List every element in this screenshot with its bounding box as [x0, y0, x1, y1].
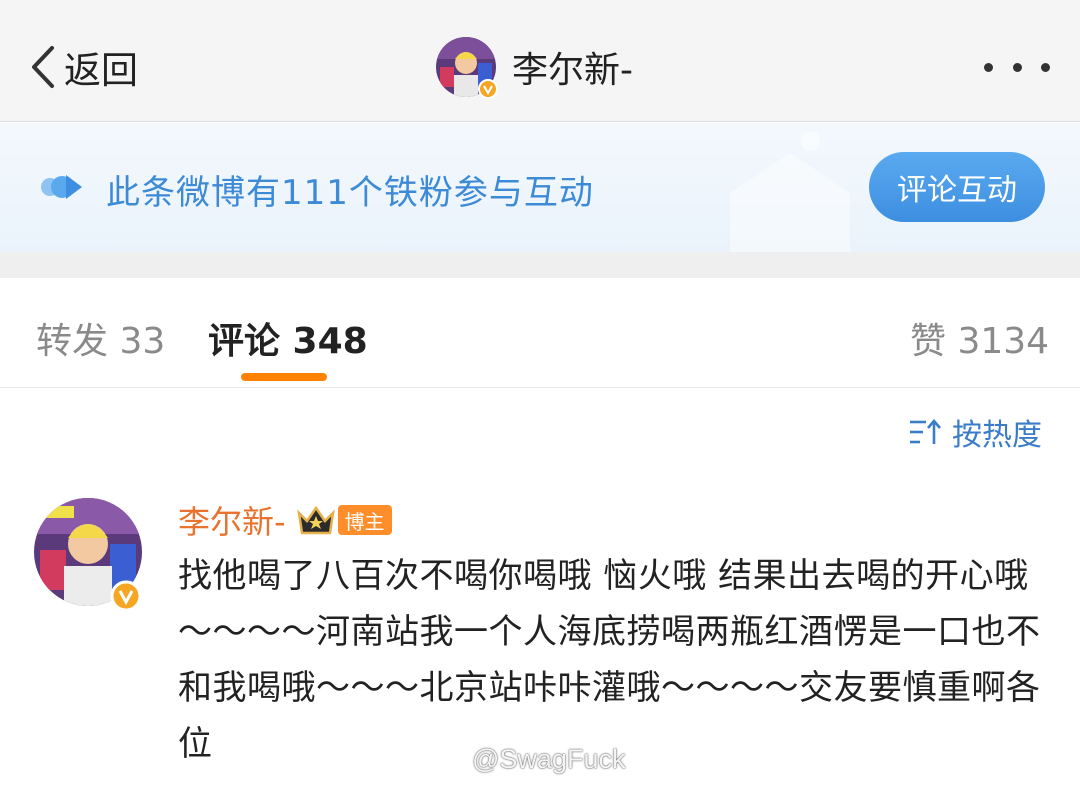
back-button[interactable]: 返回: [28, 40, 138, 94]
author-badge: 博主: [337, 505, 392, 535]
tab-repost[interactable]: 转发 33: [36, 312, 165, 364]
weibo-logo-icon: [432, 747, 466, 773]
active-tab-indicator: [241, 373, 327, 381]
tab-comment[interactable]: 评论 348: [208, 312, 368, 364]
sort-label: 按热度: [952, 418, 1042, 453]
nav-title[interactable]: 李尔新-: [436, 36, 633, 99]
comment-text: 找他喝了八百次不喝你喝哦 恼火哦 结果出去喝的开心哦～～～～河南站我一个人海底捞…: [178, 556, 1041, 764]
banner-text: 此条微博有111个铁粉参与互动: [106, 173, 594, 213]
tab-like[interactable]: 赞 3134: [910, 312, 1049, 364]
comment-interaction-button[interactable]: 评论互动: [869, 152, 1045, 222]
verified-badge-icon: [478, 79, 498, 99]
section-divider: [0, 252, 1080, 278]
tab-bar: 转发 33 评论 348 赞 3134: [0, 278, 1080, 388]
sort-icon: [910, 419, 941, 444]
top-nav-bar: 返回 李尔新-: [0, 0, 1080, 122]
watermark-text: @SwagFuck: [472, 744, 626, 774]
fan-interaction-banner: 此条微博有111个铁粉参与互动 评论互动: [0, 123, 1080, 252]
fans-icon: [41, 175, 82, 199]
watermark: @SwagFuck: [432, 744, 625, 775]
banner-decoration-icon: [730, 131, 850, 252]
back-label: 返回: [64, 49, 138, 92]
crown-icon: [296, 505, 335, 535]
comment-item: 李尔新- 博主 找他喝了八百次不喝你喝哦 恼火哦 结果出去喝的开心哦～～～～河南…: [0, 488, 1080, 787]
commenter-avatar[interactable]: [34, 498, 142, 612]
chevron-left-icon: [32, 46, 54, 88]
commenter-name[interactable]: 李尔新-: [178, 497, 286, 543]
avatar[interactable]: [436, 37, 498, 99]
sort-by-hot-button[interactable]: 按热度: [908, 412, 1042, 453]
more-dots-icon[interactable]: [984, 50, 1050, 84]
comment-header: 李尔新- 博主: [178, 497, 392, 543]
verified-badge-icon: [110, 580, 142, 612]
page-title: 李尔新-: [512, 50, 633, 91]
